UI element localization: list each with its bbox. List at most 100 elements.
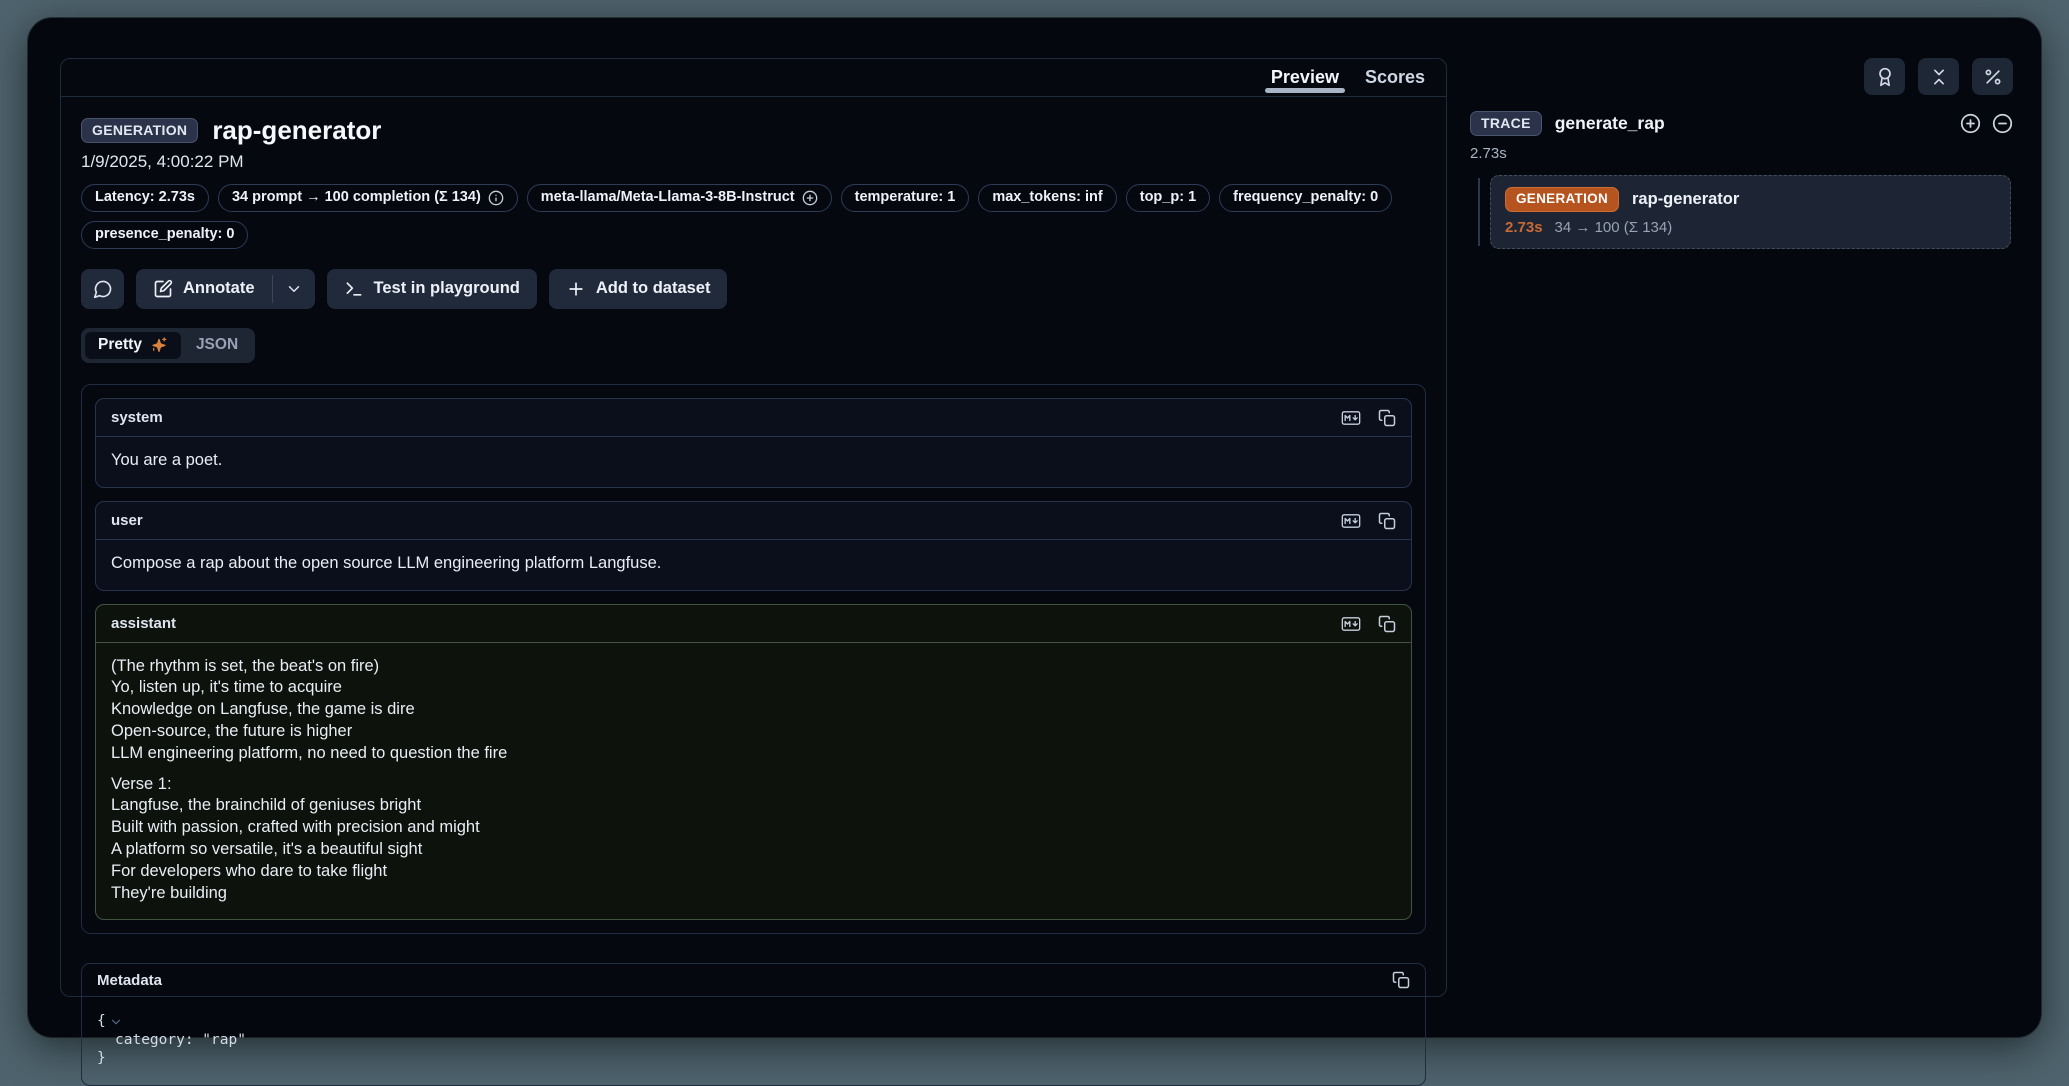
markdown-toggle-icon[interactable] [1341,511,1361,531]
stat-badge-label: presence_penalty: 0 [95,225,234,244]
add-to-dataset-button[interactable]: Add to dataset [549,269,728,309]
collapse-json-icon[interactable] [109,1015,123,1029]
chevrons-down-up-icon [1929,67,1949,87]
playground-button-label: Test in playground [374,279,520,298]
stat-badge: frequency_penalty: 0 [1219,184,1392,212]
markdown-toggle-icon[interactable] [1341,614,1361,634]
stat-badge: max_tokens: inf [978,184,1116,212]
circle-plus-icon[interactable] [802,190,818,206]
award-button[interactable] [1864,58,1905,95]
message-assistant: assistant (The rhythm is set, the beat's … [95,604,1412,921]
message-header-icons [1341,511,1396,531]
message-content: (The rhythm is set, the beat's on fire)Y… [96,643,1411,920]
preview-scores-tabs: PreviewScores [1258,59,1438,96]
message-role-label: system [111,409,163,426]
trace-latency: 2.73s [1470,145,2013,162]
message-header-icons [1341,408,1396,428]
copy-icon[interactable] [1378,615,1396,633]
stat-badge: top_p: 1 [1126,184,1210,212]
copy-icon[interactable] [1378,409,1396,427]
stat-badge: temperature: 1 [841,184,970,212]
copy-icon[interactable] [1392,971,1410,989]
message-role-label: assistant [111,615,176,632]
stat-badge-label: temperature: 1 [855,188,956,207]
tab-preview[interactable]: Preview [1258,59,1352,96]
circle-minus-button[interactable] [1992,113,2013,134]
stat-badge-label: max_tokens: inf [992,188,1102,207]
generation-node-tokens: 34 → 100 (Σ 134) [1555,219,1673,236]
add-to-dataset-label: Add to dataset [596,279,711,298]
metadata-box: Metadata { category: "rap" } [81,963,1426,1086]
square-pen-icon [153,279,173,299]
sparkles-icon [150,336,168,354]
stat-badge: Latency: 2.73s [81,184,209,212]
test-in-playground-button[interactable]: Test in playground [327,269,537,309]
metadata-title: Metadata [97,972,162,989]
message-role-label: user [111,512,143,529]
stat-badge: meta-llama/Meta-Llama-3-8B-Instruct [527,184,832,212]
message-content: You are a poet. [96,437,1411,487]
stat-badge-label: top_p: 1 [1140,188,1196,207]
stat-badge: presence_penalty: 0 [81,221,248,249]
page-title: rap-generator [212,117,381,144]
message-user: userCompose a rap about the open source … [95,501,1412,591]
message-header: user [96,502,1411,540]
terminal-icon [344,279,364,299]
trace-type-badge: TRACE [1470,111,1542,136]
annotate-button[interactable]: Annotate [136,269,272,309]
message-header: assistant [96,605,1411,643]
plus-icon [566,279,586,299]
view-pretty-segment[interactable]: Pretty [85,332,181,359]
view-json-segment[interactable]: JSON [183,332,251,359]
stat-badge: 34 prompt → 100 completion (Σ 134) [218,184,518,212]
copy-icon[interactable] [1378,512,1396,530]
percent-button[interactable] [1972,58,2013,95]
circle-minus-icon [1992,113,2013,134]
observation-timestamp: 1/9/2025, 4:00:22 PM [81,152,1426,172]
actions-row: Annotate Test in playground Add to datas… [81,269,1426,309]
annotate-button-label: Annotate [183,279,255,298]
stat-badges-row: Latency: 2.73s 34 prompt → 100 completion… [81,184,1426,249]
tab-scores[interactable]: Scores [1352,59,1438,96]
stat-badge-label: meta-llama/Meta-Llama-3-8B-Instruct [541,188,795,207]
chevrons-down-up-button[interactable] [1918,58,1959,95]
metadata-json: { category: "rap" } [82,997,1425,1085]
messages-container: system You are a poet. userCompose a rap a… [81,384,1426,934]
message-system: system You are a poet. [95,398,1412,488]
metadata-close-brace: } [97,1049,1410,1068]
annotate-dropdown-button[interactable] [273,269,315,309]
percent-icon [1983,67,2003,87]
trace-root-row[interactable]: TRACE generate_rap [1470,111,2013,136]
message-header-icons [1341,614,1396,634]
info-icon[interactable] [488,190,504,206]
pretty-json-toggle: Pretty JSON [81,328,255,363]
circle-plus-icon [1960,113,1981,134]
award-icon [1875,67,1895,87]
comment-button[interactable] [81,269,124,309]
metadata-entry: category: "rap" [97,1031,1410,1050]
stat-badge-label: Latency: 2.73s [95,188,195,207]
metadata-header: Metadata [82,964,1425,997]
trace-tree-panel: TRACE generate_rap 2.73s GENERATION rap-… [1470,58,2013,249]
segment-label: Pretty [98,336,142,354]
markdown-toggle-icon[interactable] [1341,408,1361,428]
segment-label: JSON [196,336,238,354]
detail-card-header: PreviewScores [61,59,1446,97]
tree-guide-line [1478,178,1480,246]
tree-node-generation[interactable]: GENERATION rap-generator 2.73s 34 → 100 … [1490,175,2011,249]
stat-badge-label: 34 prompt → 100 completion (Σ 134) [232,188,481,207]
trace-tree: GENERATION rap-generator 2.73s 34 → 100 … [1470,175,2013,249]
observation-type-badge: GENERATION [81,118,198,143]
detail-card-content: GENERATION rap-generator 1/9/2025, 4:00:… [61,97,1446,1086]
message-header: system [96,399,1411,437]
panel-toolbar [1470,58,2013,95]
annotate-split-button: Annotate [136,269,315,309]
metadata-open-brace: { [97,1012,106,1031]
chevron-down-icon [285,280,303,298]
trace-name: generate_rap [1555,113,1665,134]
message-circle-icon [93,279,113,299]
circle-plus-button[interactable] [1960,113,1981,134]
stat-badge-label: frequency_penalty: 0 [1233,188,1378,207]
tree-expand-controls [1960,113,2013,134]
observation-title-row: GENERATION rap-generator [81,117,1426,144]
